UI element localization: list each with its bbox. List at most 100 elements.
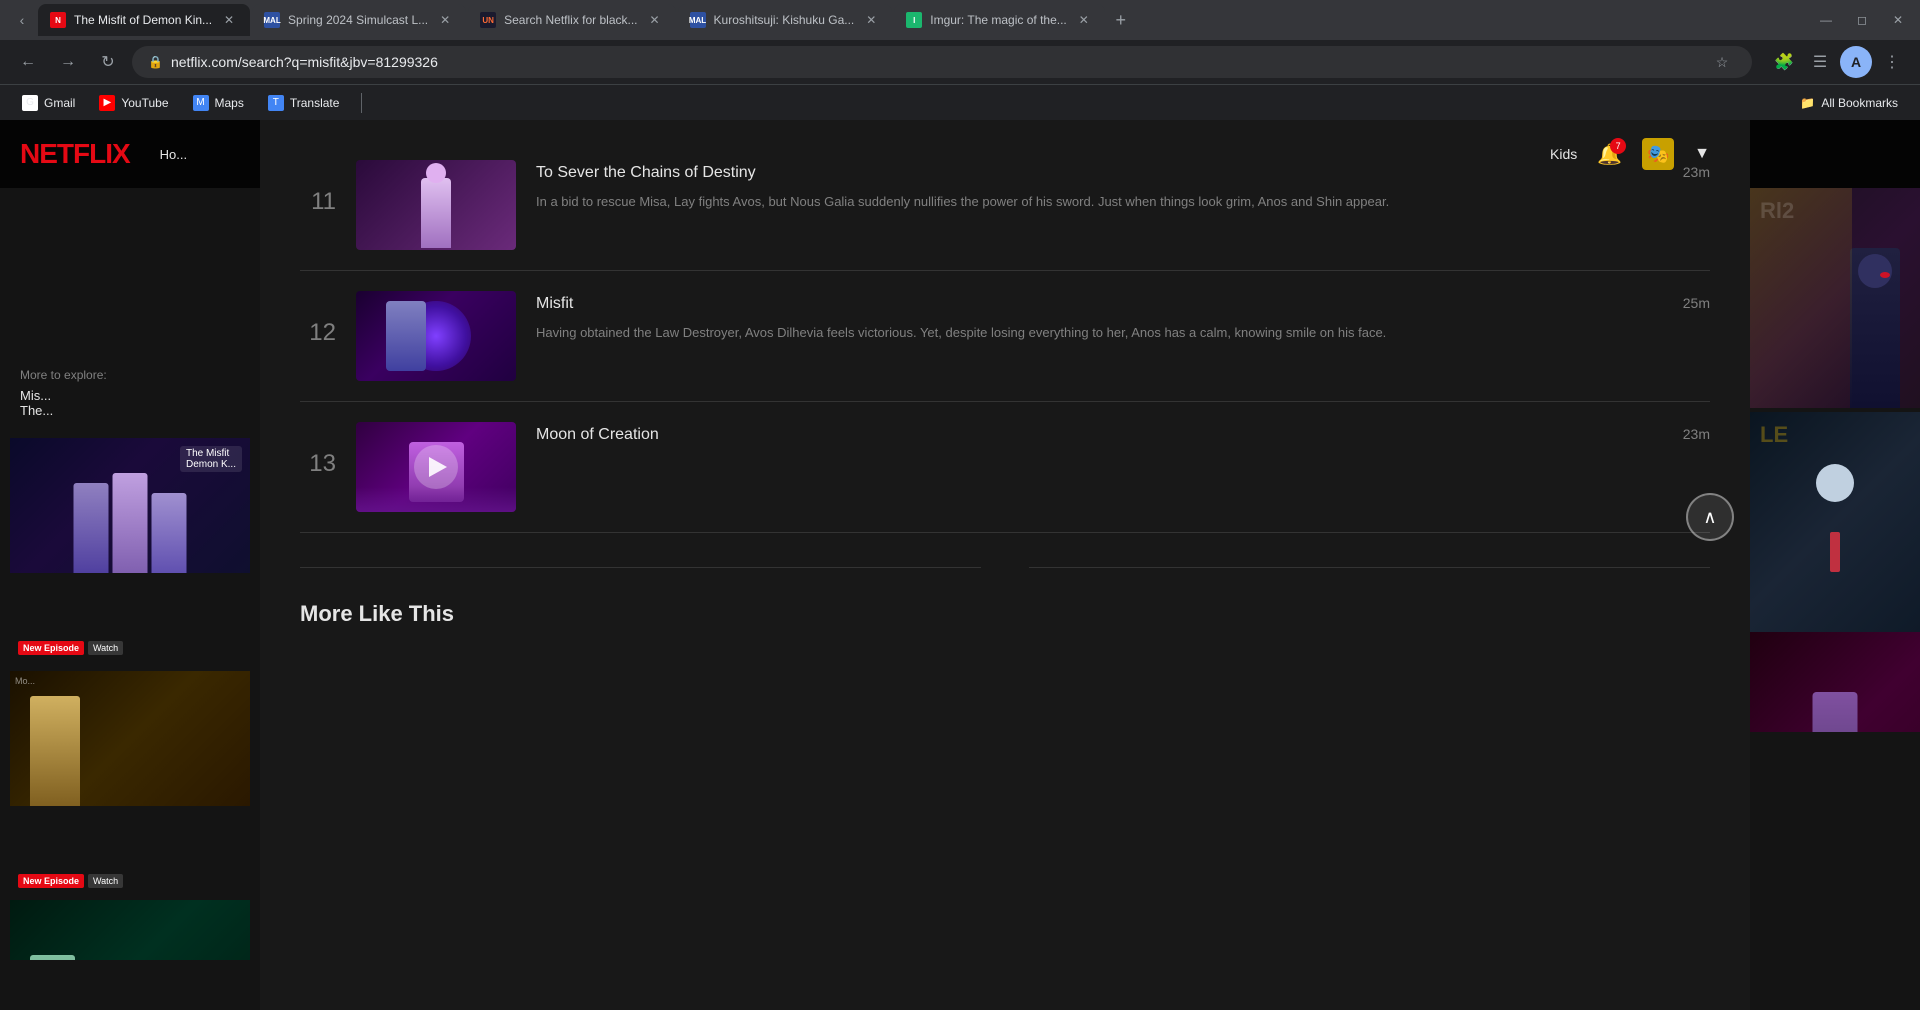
new-tab-button[interactable]: + xyxy=(1107,6,1135,34)
tab-history-back-btn[interactable]: ‹ xyxy=(8,6,36,34)
tab-favicon-imgur: I xyxy=(906,12,922,28)
tab-title-misfit: The Misfit of Demon Kin... xyxy=(74,13,212,27)
address-text: netflix.com/search?q=misfit&jbv=81299326 xyxy=(171,54,438,70)
reload-button[interactable]: ↻ xyxy=(92,46,124,78)
bookmark-translate-label: Translate xyxy=(290,96,340,110)
youtube-favicon: ▶ xyxy=(99,95,115,111)
bookmark-youtube-label: YouTube xyxy=(121,96,168,110)
episode-title-row-13: Moon of Creation 23m xyxy=(536,426,1710,444)
episode-item-11: 11 To Sever the Chains of Destiny 23m xyxy=(300,140,1710,271)
episode-list: 11 To Sever the Chains of Destiny 23m xyxy=(260,120,1750,1010)
forward-button[interactable]: → xyxy=(52,46,84,78)
tab-title-simulcast: Spring 2024 Simulcast L... xyxy=(288,13,428,27)
netflix-page: NETFLIX Ho... More to explore: Mis... Th… xyxy=(0,120,1920,1010)
chevron-up-icon: ∧ xyxy=(1703,507,1716,528)
scroll-line-left xyxy=(300,567,981,568)
right-card-1[interactable]: Rl2 xyxy=(1750,188,1920,408)
bookmarks-button[interactable]: ☰ xyxy=(1804,46,1836,78)
more-like-this-section: More Like This xyxy=(300,601,1710,627)
all-bookmarks-label: All Bookmarks xyxy=(1821,96,1898,110)
profile-avatar[interactable]: 🎭 xyxy=(1642,138,1674,170)
more-options-button[interactable]: ⋮ xyxy=(1876,46,1908,78)
ep13-gradient xyxy=(356,487,516,512)
address-bar[interactable]: 🔒 netflix.com/search?q=misfit&jbv=812993… xyxy=(132,46,1752,78)
netflix-header-right: Kids 🔔 7 🎭 ▼ xyxy=(1510,120,1750,188)
browser-frame: ‹ N The Misfit of Demon Kin... ✕ MAL Spr… xyxy=(0,0,1920,120)
more-to-explore-section: More to explore: Mis... The... xyxy=(0,348,260,428)
left-card-3[interactable] xyxy=(10,900,250,960)
bookmark-gmail[interactable]: G Gmail xyxy=(12,91,85,115)
bookmark-youtube[interactable]: ▶ YouTube xyxy=(89,91,178,115)
extensions-button[interactable]: 🧩 xyxy=(1768,46,1800,78)
play-triangle-13 xyxy=(429,457,447,477)
maximize-button[interactable]: ◻ xyxy=(1848,6,1876,34)
new-episode-badge-1: New Episode xyxy=(18,641,84,655)
lock-icon: 🔒 xyxy=(148,55,163,69)
right-card-3[interactable] xyxy=(1750,632,1920,732)
episode-thumb-13[interactable] xyxy=(356,422,516,512)
left-card-1[interactable]: The MisfitDemon K... New Episode Watch xyxy=(10,438,250,663)
tab-close-netflix-search[interactable]: ✕ xyxy=(646,11,664,29)
bookmark-maps-label: Maps xyxy=(215,96,244,110)
notification-bell[interactable]: 🔔 7 xyxy=(1597,142,1622,167)
misfit-logo-badge: The MisfitDemon K... xyxy=(180,446,242,472)
bookmark-maps[interactable]: M Maps xyxy=(183,91,254,115)
scroll-to-top-row: ∧ xyxy=(300,543,1710,591)
play-overlay-13[interactable] xyxy=(414,445,458,489)
profile-icon: 🎭 xyxy=(1647,144,1669,165)
gmail-favicon: G xyxy=(22,95,38,111)
translate-favicon: T xyxy=(268,95,284,111)
left-card-2[interactable]: Mo... New Episode Watch xyxy=(10,671,250,896)
profile-button[interactable]: A xyxy=(1840,46,1872,78)
bookmarks-divider xyxy=(361,93,362,113)
tab-mal-simulcast[interactable]: MAL Spring 2024 Simulcast L... ✕ xyxy=(252,4,466,36)
browser-toolbar-right: 🧩 ☰ A ⋮ xyxy=(1768,46,1908,78)
address-bar-row: ← → ↻ 🔒 netflix.com/search?q=misfit&jbv=… xyxy=(0,40,1920,84)
all-bookmarks-button[interactable]: 📁 All Bookmarks xyxy=(1790,92,1908,114)
kids-nav-item[interactable]: Kids xyxy=(1550,146,1577,162)
tab-bar: ‹ N The Misfit of Demon Kin... ✕ MAL Spr… xyxy=(0,0,1920,40)
tab-mal-kuroshitsuji[interactable]: MAL Kuroshitsuji: Kishuku Ga... ✕ xyxy=(678,4,893,36)
scroll-to-top-button[interactable]: ∧ xyxy=(1686,493,1734,541)
tab-close-kuroshitsuji[interactable]: ✕ xyxy=(862,11,880,29)
bookmark-translate[interactable]: T Translate xyxy=(258,91,350,115)
episode-duration-13: 23m xyxy=(1683,426,1710,442)
right-card-2[interactable]: LE xyxy=(1750,412,1920,632)
episode-thumb-11[interactable] xyxy=(356,160,516,250)
tab-misfit[interactable]: N The Misfit of Demon Kin... ✕ xyxy=(38,4,250,36)
episode-info-13: Moon of Creation 23m xyxy=(536,422,1710,454)
back-button[interactable]: ← xyxy=(12,46,44,78)
bookmark-gmail-label: Gmail xyxy=(44,96,75,110)
right-panel: Rl2 LE xyxy=(1750,120,1920,1010)
more-like-this-title: More Like This xyxy=(300,601,1710,627)
netflix-nav-home[interactable]: Ho... xyxy=(160,147,187,162)
tab-close-simulcast[interactable]: ✕ xyxy=(436,11,454,29)
tab-title-imgur: Imgur: The magic of the... xyxy=(930,13,1067,27)
episode-number-13: 13 xyxy=(300,422,336,478)
tab-close-misfit[interactable]: ✕ xyxy=(220,11,238,29)
tab-title-netflix-search: Search Netflix for black... xyxy=(504,13,637,27)
close-window-button[interactable]: ✕ xyxy=(1884,6,1912,34)
episode-item-12: 12 Misfit 25m Having obtained the Law De… xyxy=(300,271,1710,402)
tab-close-imgur[interactable]: ✕ xyxy=(1075,11,1093,29)
episode-thumb-12[interactable] xyxy=(356,291,516,381)
right-card-2-overlay-text: LE xyxy=(1760,422,1788,448)
bell-count-badge: 7 xyxy=(1610,138,1626,154)
minimize-button[interactable]: — xyxy=(1812,6,1840,34)
episode-title-row-12: Misfit 25m xyxy=(536,295,1710,313)
left-panel: NETFLIX Ho... More to explore: Mis... Th… xyxy=(0,120,260,1010)
profile-dropdown-arrow[interactable]: ▼ xyxy=(1694,145,1710,163)
right-header-spacer xyxy=(1750,120,1920,188)
ep12-figure xyxy=(386,301,426,371)
more-to-explore-label: More to explore: xyxy=(20,368,240,382)
mo-label: Mo... xyxy=(15,676,35,686)
watch-badge-1: Watch xyxy=(88,641,123,655)
bookmark-star-button[interactable]: ☆ xyxy=(1708,48,1736,76)
tab-imgur[interactable]: I Imgur: The magic of the... ✕ xyxy=(894,4,1105,36)
left-cards: The MisfitDemon K... New Episode Watch M… xyxy=(0,438,260,960)
explore-title-1: Mis... xyxy=(20,388,240,403)
new-episode-badge-2: New Episode xyxy=(18,874,84,888)
tab-un-netflix[interactable]: UN Search Netflix for black... ✕ xyxy=(468,4,675,36)
window-controls: — ◻ ✕ xyxy=(1812,6,1912,34)
scroll-line-right xyxy=(1029,567,1710,568)
